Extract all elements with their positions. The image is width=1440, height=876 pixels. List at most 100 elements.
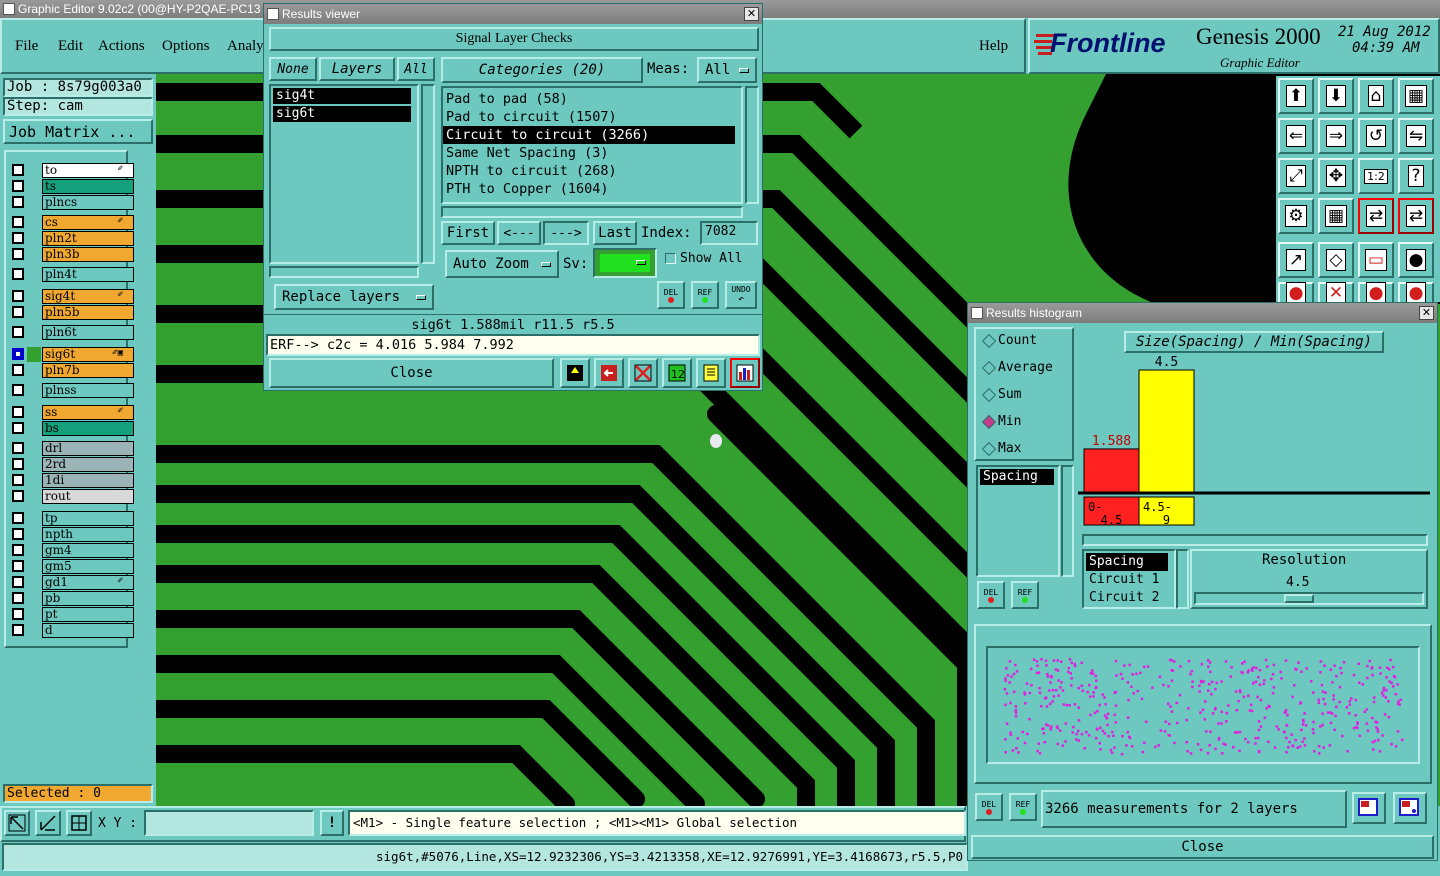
layer-checkbox[interactable] — [12, 458, 24, 470]
del-button[interactable]: DEL — [657, 281, 685, 309]
layer-affect-marker[interactable] — [27, 473, 41, 488]
polygon-tool-button[interactable]: ◇ — [1318, 242, 1354, 278]
menu-help[interactable]: Help — [979, 38, 1008, 55]
layer-name[interactable]: pln7b — [42, 363, 134, 378]
layer-name[interactable]: pln6t — [42, 325, 134, 340]
histogram-title-bar[interactable]: Results histogram ✕ — [968, 303, 1437, 323]
layer-results-list[interactable]: sig4t sig6t — [269, 84, 419, 264]
category-list-vscroll[interactable] — [745, 86, 759, 204]
layer-row[interactable]: gd1 ✐ — [10, 575, 134, 590]
help-tool-button[interactable]: ? — [1398, 158, 1434, 194]
mirror-tool-button[interactable]: ⇋ — [1398, 118, 1434, 154]
layer-name[interactable]: pt — [42, 607, 134, 622]
layer-checkbox[interactable] — [12, 512, 24, 524]
red-dot-tool-button[interactable]: ● — [1398, 282, 1434, 304]
hist-del-button[interactable]: DEL — [977, 581, 1005, 609]
layer-checkbox[interactable] — [12, 422, 24, 434]
layer-row[interactable]: ss ✐ — [10, 405, 134, 420]
layer-affect-marker[interactable] — [27, 559, 41, 574]
net-tool-button[interactable]: ⇄ — [1358, 198, 1394, 234]
layer-checkbox[interactable] — [12, 326, 24, 338]
layer-row[interactable]: gm4 — [10, 543, 134, 558]
next-button[interactable]: ---> — [543, 221, 589, 245]
field-item[interactable]: Circuit 1 — [1086, 571, 1168, 589]
layer-row[interactable]: ts — [10, 179, 134, 194]
layer-affect-marker[interactable] — [27, 457, 41, 472]
list-item[interactable]: sig4t — [273, 88, 411, 104]
number-tool-button[interactable]: 12 — [662, 358, 692, 388]
job-matrix-button[interactable]: Job Matrix ... — [3, 119, 153, 144]
list-item[interactable]: Spacing — [980, 469, 1054, 485]
field-list-vscroll[interactable] — [1176, 549, 1189, 609]
field-list[interactable]: Spacing Circuit 1 Circuit 2 — [1082, 549, 1176, 609]
layer-row[interactable]: to ✐ — [10, 163, 134, 178]
layer-row[interactable]: plnss — [10, 383, 134, 398]
list-item[interactable]: sig6t — [273, 106, 411, 122]
index-input[interactable]: 7082 — [700, 221, 758, 245]
rotate-tool-button[interactable]: ↺ — [1358, 118, 1394, 154]
menu-file[interactable]: File — [15, 38, 38, 55]
dot-tool-button[interactable]: ● — [1398, 242, 1434, 278]
layer-affect-marker[interactable] — [27, 575, 41, 590]
histogram-hscroll[interactable] — [1082, 534, 1428, 546]
sv-color-dropdown[interactable] — [593, 248, 657, 278]
red-dot-tool-button[interactable]: ● — [1358, 282, 1394, 304]
none-button[interactable]: None — [269, 57, 317, 81]
layer-row[interactable]: sig6t ✐▣ — [10, 347, 134, 362]
home-up-tool-button[interactable]: ⬆ — [1278, 78, 1314, 114]
slider-thumb[interactable] — [1284, 594, 1314, 603]
layer-name[interactable]: npth — [42, 527, 134, 542]
exit-tool-button[interactable] — [594, 358, 624, 388]
layer-checkbox[interactable] — [12, 268, 24, 280]
layer-checkbox[interactable] — [12, 248, 24, 260]
last-button[interactable]: Last — [593, 221, 637, 245]
layer-affect-marker[interactable] — [27, 195, 41, 210]
layer-name[interactable]: pb — [42, 591, 134, 606]
layer-affect-marker[interactable] — [27, 247, 41, 262]
ruler-tool-button[interactable]: ▭ — [1358, 242, 1394, 278]
auto-zoom-dropdown[interactable]: Auto Zoom — [445, 250, 559, 278]
layer-name[interactable]: ts — [42, 179, 134, 194]
category-item[interactable]: PTH to Copper (1604) — [443, 180, 735, 198]
close-icon[interactable]: ✕ — [1419, 306, 1434, 320]
layer-affect-marker[interactable] — [27, 325, 41, 340]
layer-affect-marker[interactable] — [27, 383, 41, 398]
layer-checkbox[interactable] — [12, 364, 24, 376]
layer-list-vscroll[interactable] — [421, 84, 435, 264]
resolution-slider[interactable] — [1194, 592, 1424, 605]
grid-tool-button[interactable]: ▦ — [1318, 198, 1354, 234]
move-left-tool-button[interactable]: ⇐ — [1278, 118, 1314, 154]
layer-checkbox[interactable] — [12, 384, 24, 396]
first-button[interactable]: First — [441, 221, 495, 245]
layer-row[interactable]: 2rd — [10, 457, 134, 472]
layer-name[interactable]: pln4t — [42, 267, 134, 282]
layer-name[interactable]: rout — [42, 489, 134, 504]
layer-row[interactable]: pt — [10, 607, 134, 622]
layer-affect-marker[interactable] — [27, 267, 41, 282]
layer-checkbox[interactable] — [12, 490, 24, 502]
layer-checkbox[interactable] — [12, 474, 24, 486]
category-item[interactable]: Pad to pad (58) — [443, 90, 735, 108]
categories-button[interactable]: Categories (20) — [441, 57, 643, 83]
layer-row[interactable]: rout — [10, 489, 134, 504]
layer-checkbox[interactable] — [12, 180, 24, 192]
replace-layers-dropdown[interactable]: Replace layers — [274, 284, 434, 310]
layer-affect-marker[interactable] — [27, 607, 41, 622]
layer-affect-marker[interactable] — [27, 363, 41, 378]
layer-checkbox[interactable] — [12, 216, 24, 228]
map-del-button[interactable]: DEL — [975, 793, 1003, 821]
layer-affect-marker[interactable] — [27, 347, 41, 362]
layer-affect-marker[interactable] — [27, 305, 41, 320]
hist-item-list[interactable]: Spacing — [976, 465, 1060, 577]
layer-name[interactable]: pln5b — [42, 305, 134, 320]
layer-name[interactable]: plncs — [42, 195, 134, 210]
layer-affect-marker[interactable] — [27, 511, 41, 526]
layer-affect-marker[interactable] — [27, 527, 41, 542]
layer-row[interactable]: pln4t — [10, 267, 134, 282]
layer-row[interactable]: pln6t — [10, 325, 134, 340]
snap-tool-button[interactable] — [66, 810, 92, 836]
layer-row[interactable]: npth — [10, 527, 134, 542]
category-item[interactable]: NPTH to circuit (268) — [443, 162, 735, 180]
report-tool-button[interactable] — [696, 358, 726, 388]
layer-affect-marker[interactable] — [27, 163, 41, 178]
